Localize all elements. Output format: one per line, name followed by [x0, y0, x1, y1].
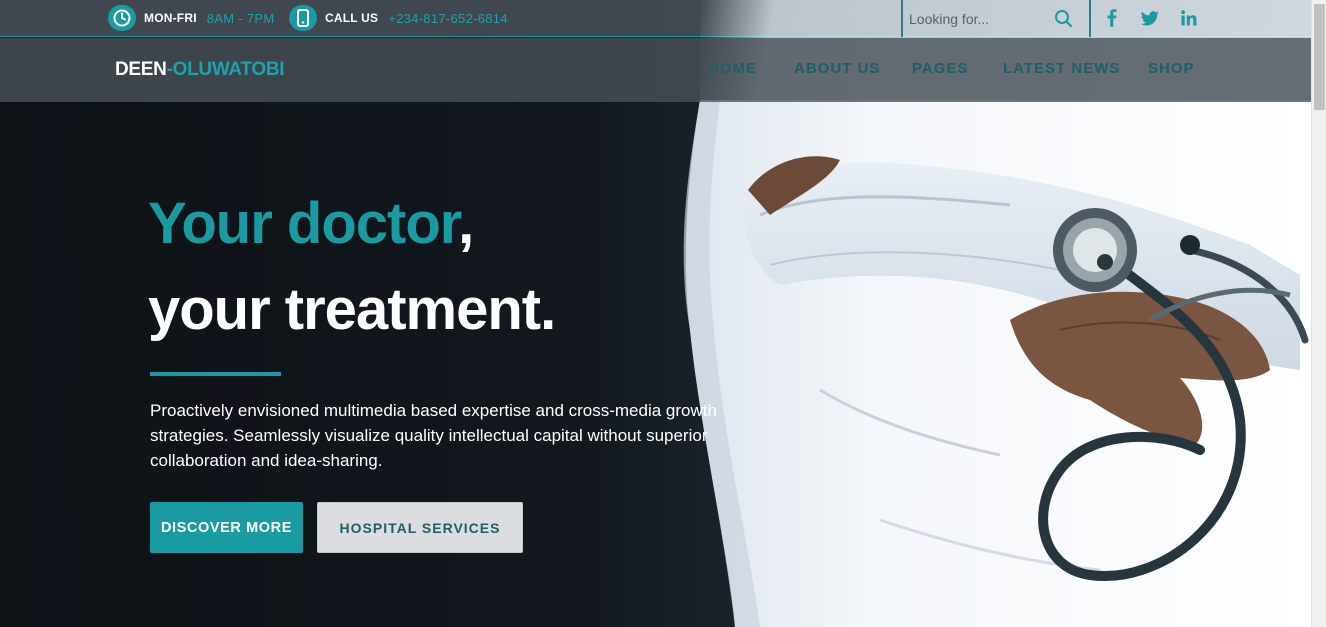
hero-headline-line-1: Your doctor, [148, 190, 474, 257]
logo-part-2: -OLUWATOBI [166, 59, 285, 80]
hero-headline-line-2: your treatment. [148, 277, 556, 342]
phone-icon [289, 5, 317, 31]
search-input[interactable] [909, 9, 1049, 29]
nav-home[interactable]: HOME [708, 60, 757, 77]
clock-icon [108, 5, 136, 31]
headline-highlight: Your doctor [148, 191, 459, 256]
search-icon[interactable] [1054, 9, 1073, 32]
facebook-icon[interactable] [1102, 8, 1122, 28]
headline-underline [150, 372, 281, 376]
site-logo[interactable]: DEEN-OLUWATOBI [115, 59, 285, 81]
scrollbar-thumb[interactable] [1314, 4, 1325, 110]
hours-label: MON-FRI [144, 11, 197, 25]
headline-comma: , [458, 191, 474, 256]
call-us: CALL US +234-817-652-6814 [289, 5, 508, 31]
nav-about-us[interactable]: ABOUT US [794, 60, 880, 77]
hospital-services-button[interactable]: HOSPITAL SERVICES [317, 502, 523, 553]
nav-shop[interactable]: SHOP [1148, 60, 1195, 77]
logo-part-1: DEEN [115, 59, 167, 80]
search-box [901, 0, 1091, 37]
working-hours: MON-FRI 8AM - 7PM [108, 5, 274, 31]
linkedin-icon[interactable] [1179, 8, 1199, 28]
twitter-icon[interactable] [1140, 8, 1160, 28]
phone-number-link[interactable]: +234-817-652-6814 [388, 11, 508, 26]
page-scrollbar[interactable] [1311, 0, 1326, 627]
nav-pages[interactable]: PAGES [912, 60, 968, 77]
call-label: CALL US [325, 11, 379, 25]
hero-description: Proactively envisioned multimedia based … [150, 401, 717, 470]
hours-value: 8AM - 7PM [206, 10, 275, 26]
nav-latest-news[interactable]: LATEST NEWS [1003, 60, 1120, 77]
discover-more-button[interactable]: DISCOVER MORE [150, 502, 303, 553]
